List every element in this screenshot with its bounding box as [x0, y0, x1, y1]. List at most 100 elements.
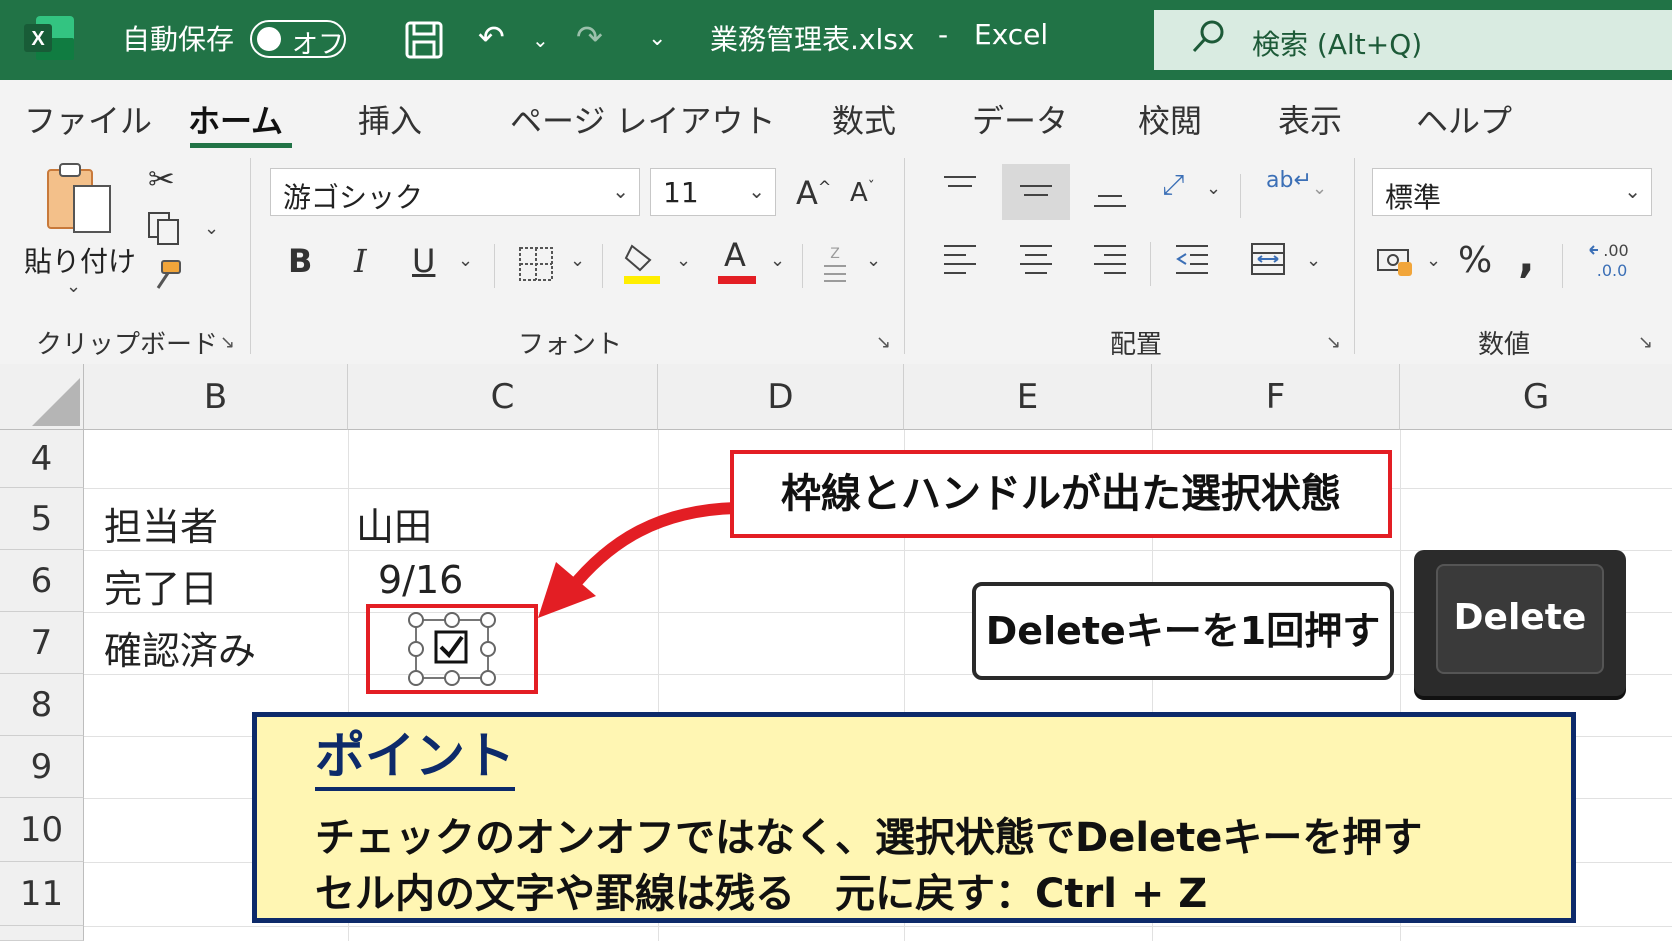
- wrap-text-icon[interactable]: ab↵: [1266, 168, 1312, 193]
- align-top-icon[interactable]: [942, 174, 978, 202]
- clipboard-launcher-icon[interactable]: ↘: [220, 332, 235, 353]
- phonetic-dropdown-icon[interactable]: ⌄: [866, 250, 881, 271]
- ribbon-tabs: ファイル ホーム 挿入 ページ レイアウト 数式 データ 校閲 表示 ヘルプ: [0, 80, 1672, 148]
- phonetic-icon[interactable]: Z: [820, 244, 850, 284]
- merge-dropdown-icon[interactable]: ⌄: [1306, 250, 1321, 271]
- align-middle-button[interactable]: [1002, 164, 1070, 220]
- font-color-dropdown-icon[interactable]: ⌄: [770, 250, 785, 271]
- tab-page-layout[interactable]: ページ レイアウト: [510, 96, 776, 142]
- align-center-icon[interactable]: [1018, 242, 1054, 276]
- orientation-icon[interactable]: ⤢: [1162, 168, 1184, 202]
- wrap-text-dropdown-icon[interactable]: ⌄: [1312, 178, 1327, 199]
- row-header-6[interactable]: 6: [0, 550, 84, 612]
- orientation-dropdown-icon[interactable]: ⌄: [1206, 178, 1221, 199]
- column-header-g[interactable]: G: [1400, 364, 1672, 430]
- row-header-5[interactable]: 5: [0, 488, 84, 550]
- cell-c5[interactable]: 山田: [356, 496, 432, 551]
- autosave-toggle[interactable]: オフ: [250, 20, 346, 60]
- tab-view[interactable]: 表示: [1278, 96, 1342, 142]
- number-format-combo[interactable]: 標準 ⌄: [1372, 168, 1652, 216]
- chevron-down-icon: ⌄: [748, 179, 765, 203]
- font-color-button[interactable]: A: [718, 236, 758, 284]
- borders-icon[interactable]: [518, 246, 554, 282]
- cell-c6[interactable]: 9/16: [378, 558, 463, 602]
- font-size-combo[interactable]: 11 ⌄: [650, 168, 776, 216]
- ribbon-separator: [1354, 158, 1355, 354]
- column-header-b[interactable]: B: [84, 364, 348, 430]
- selection-callout: 枠線とハンドルが出た選択状態: [730, 450, 1392, 538]
- grow-font-button[interactable]: A^: [796, 174, 831, 212]
- ribbon-separator: [802, 244, 803, 288]
- number-format-value: 標準: [1385, 181, 1442, 214]
- svg-text:.0.0: .0.0: [1597, 261, 1628, 280]
- increase-decimal-icon[interactable]: .00 .0.0: [1586, 240, 1632, 280]
- paste-label[interactable]: 貼り付け: [24, 240, 136, 280]
- merge-center-icon[interactable]: [1250, 242, 1286, 276]
- accounting-format-icon[interactable]: [1376, 244, 1414, 278]
- italic-button[interactable]: I: [354, 242, 367, 280]
- checkbox-control[interactable]: [408, 612, 498, 688]
- column-header-f[interactable]: F: [1152, 364, 1400, 430]
- tab-help[interactable]: ヘルプ: [1416, 96, 1512, 142]
- search-box[interactable]: 検索 (Alt+Q): [1154, 10, 1672, 70]
- select-all-triangle-icon: [32, 378, 80, 426]
- undo-dropdown-icon[interactable]: ⌄: [532, 28, 549, 52]
- number-launcher-icon[interactable]: ↘: [1638, 332, 1653, 353]
- row-header-11[interactable]: 11: [0, 862, 84, 926]
- row-header-12[interactable]: [0, 926, 84, 941]
- format-painter-icon[interactable]: [148, 258, 184, 294]
- accounting-dropdown-icon[interactable]: ⌄: [1426, 250, 1441, 271]
- paste-dropdown-icon[interactable]: ⌄: [66, 276, 81, 297]
- fill-color-dropdown-icon[interactable]: ⌄: [676, 250, 691, 271]
- tab-file[interactable]: ファイル: [24, 96, 152, 142]
- row-header-10[interactable]: 10: [0, 798, 84, 862]
- underline-button[interactable]: U: [412, 242, 435, 280]
- shrink-font-button[interactable]: Aˇ: [850, 178, 875, 208]
- tab-formulas[interactable]: 数式: [832, 96, 896, 142]
- paste-icon[interactable]: [44, 160, 116, 236]
- bold-button[interactable]: B: [288, 242, 312, 280]
- ribbon-separator: [904, 158, 905, 354]
- tab-review[interactable]: 校閲: [1138, 96, 1202, 142]
- tab-insert[interactable]: 挿入: [358, 96, 422, 142]
- row-header-9[interactable]: 9: [0, 736, 84, 798]
- select-all-button[interactable]: [0, 364, 84, 430]
- font-name-combo[interactable]: 游ゴシック ⌄: [270, 168, 640, 216]
- align-right-icon[interactable]: [1092, 242, 1128, 276]
- redo-icon[interactable]: ↷: [576, 18, 603, 56]
- fill-color-icon[interactable]: [622, 240, 662, 286]
- ribbon-separator: [1240, 174, 1241, 218]
- column-header-e[interactable]: E: [904, 364, 1152, 430]
- percent-button[interactable]: %: [1458, 240, 1492, 281]
- tab-home[interactable]: ホーム: [188, 96, 283, 142]
- decrease-indent-icon[interactable]: [1174, 242, 1210, 276]
- callout-arrow: [538, 502, 737, 618]
- ribbon-separator: [602, 244, 603, 288]
- row-header-8[interactable]: 8: [0, 674, 84, 736]
- save-icon[interactable]: [404, 20, 444, 60]
- undo-icon[interactable]: ↶: [478, 18, 505, 56]
- customize-qat-icon[interactable]: ⌄: [648, 26, 666, 51]
- row-header-7[interactable]: 7: [0, 612, 84, 674]
- tab-data[interactable]: データ: [972, 96, 1068, 142]
- cell-b6[interactable]: 完了日: [104, 558, 218, 613]
- column-header-d[interactable]: D: [658, 364, 904, 430]
- cell-b7[interactable]: 確認済み: [104, 620, 256, 675]
- column-header-c[interactable]: C: [348, 364, 658, 430]
- chevron-down-icon: ⌄: [1624, 179, 1641, 203]
- borders-dropdown-icon[interactable]: ⌄: [570, 250, 585, 271]
- svg-text:Z: Z: [830, 246, 840, 262]
- copy-icon[interactable]: [146, 210, 182, 246]
- comma-button[interactable]: ,: [1518, 232, 1535, 283]
- chevron-down-icon: ⌄: [612, 179, 629, 203]
- align-bottom-icon[interactable]: [1092, 182, 1128, 210]
- cut-icon[interactable]: ✂: [148, 160, 175, 198]
- align-left-icon[interactable]: [942, 242, 978, 276]
- alignment-launcher-icon[interactable]: ↘: [1326, 332, 1341, 353]
- row-header-4[interactable]: 4: [0, 430, 84, 488]
- underline-dropdown-icon[interactable]: ⌄: [458, 250, 473, 271]
- search-icon: [1192, 20, 1224, 53]
- cell-b5[interactable]: 担当者: [104, 496, 218, 551]
- copy-dropdown-icon[interactable]: ⌄: [204, 218, 219, 239]
- font-launcher-icon[interactable]: ↘: [876, 332, 891, 353]
